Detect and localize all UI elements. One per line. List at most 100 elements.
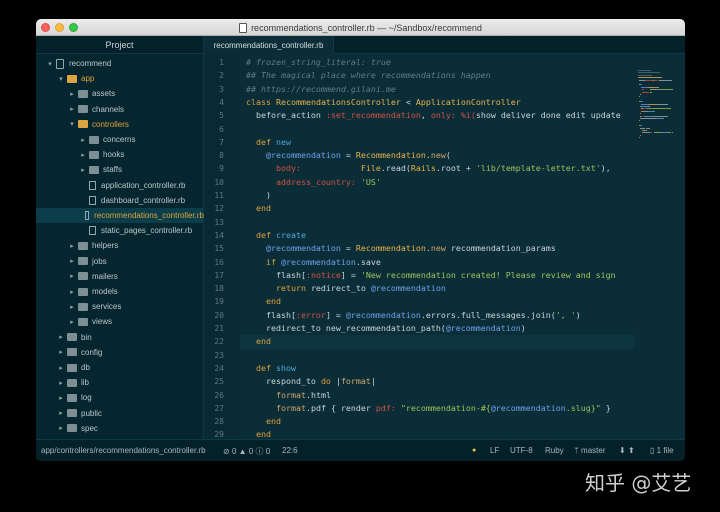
code-line[interactable]: # frozen_string_literal: true bbox=[240, 56, 635, 69]
sidebar-header[interactable]: Project bbox=[36, 36, 203, 54]
tree-folder-helpers[interactable]: ▸ helpers bbox=[36, 238, 204, 253]
code-line[interactable]: respond_to do |format| bbox=[240, 375, 635, 388]
line-number: 10 bbox=[214, 177, 224, 187]
tree-folder-hooks[interactable]: ▸ hooks bbox=[36, 147, 204, 162]
tree-folder-lib[interactable]: ▸ lib bbox=[36, 375, 204, 390]
chevron-right-icon[interactable]: ▸ bbox=[68, 242, 76, 250]
chevron-right-icon[interactable]: ▸ bbox=[57, 364, 65, 372]
linter-status[interactable]: ⊘ 0 ▲ 0 ⓘ 0 bbox=[223, 446, 270, 457]
chevron-right-icon[interactable]: ▸ bbox=[68, 90, 76, 98]
tree-folder-staffs[interactable]: ▸ staffs bbox=[36, 162, 204, 177]
chevron-right-icon[interactable]: ▸ bbox=[57, 424, 65, 432]
tree-folder-concerns[interactable]: ▸ concerns bbox=[36, 132, 204, 147]
tree-folder-config[interactable]: ▸ config bbox=[36, 345, 204, 360]
chevron-down-icon[interactable]: ▾ bbox=[68, 120, 76, 128]
chevron-down-icon[interactable]: ▾ bbox=[46, 60, 54, 68]
chevron-right-icon[interactable]: ▸ bbox=[68, 257, 76, 265]
code-line[interactable]: flash[:error] = @recommendation.errors.f… bbox=[240, 309, 635, 322]
code-line[interactable]: end bbox=[240, 335, 635, 349]
code-line[interactable]: before_action :set_recommendation, only:… bbox=[240, 109, 635, 122]
code-line[interactable] bbox=[240, 349, 635, 362]
code-line[interactable]: def show bbox=[240, 362, 635, 375]
code-line[interactable]: class RecommendationsController < Applic… bbox=[240, 96, 635, 109]
tree-folder-db[interactable]: ▸ db bbox=[36, 360, 204, 375]
code-line[interactable]: body: File.read(Rails.root + 'lib/templa… bbox=[240, 162, 635, 175]
tree-folder-recommend[interactable]: ▾ recommend bbox=[36, 56, 204, 71]
grammar[interactable]: Ruby bbox=[545, 446, 564, 455]
tree-folder-spec[interactable]: ▸ spec bbox=[36, 421, 204, 436]
chevron-right-icon[interactable]: ▸ bbox=[57, 379, 65, 387]
tree-folder-mailers[interactable]: ▸ mailers bbox=[36, 269, 204, 284]
chevron-right-icon[interactable]: ▸ bbox=[57, 333, 65, 341]
fetch-arrows[interactable]: ⬇ ⬆ bbox=[619, 446, 635, 455]
git-branch[interactable]: ᛘ master bbox=[574, 446, 606, 455]
code-area[interactable]: # frozen_string_literal: true ## The magi… bbox=[240, 54, 635, 439]
encoding[interactable]: UTF-8 bbox=[510, 446, 533, 455]
code-line[interactable]: @recommendation = Recommendation.new( bbox=[240, 149, 635, 162]
tree-folder-log[interactable]: ▸ log bbox=[36, 390, 204, 405]
chevron-right-icon[interactable]: ▸ bbox=[79, 136, 87, 144]
code-line[interactable]: end bbox=[240, 202, 635, 215]
code-line[interactable]: flash[:notice] = 'New recommendation cre… bbox=[240, 269, 635, 282]
tree-folder-assets[interactable]: ▸ assets bbox=[36, 86, 204, 101]
tree-folder-jobs[interactable]: ▸ jobs bbox=[36, 254, 204, 269]
code-line[interactable]: format.html bbox=[240, 389, 635, 402]
minimap-stripe bbox=[646, 115, 654, 117]
tree-file-dashboard-controller-rb[interactable]: dashboard_controller.rb bbox=[36, 193, 204, 208]
tree-file-recommendations-controller-rb[interactable]: recommendations_controller.rb bbox=[36, 208, 204, 223]
line-number: 1 bbox=[219, 58, 224, 67]
cursor-position[interactable]: 22:6 bbox=[282, 446, 298, 455]
code-line[interactable] bbox=[240, 123, 635, 136]
chevron-right-icon[interactable]: ▸ bbox=[57, 394, 65, 402]
tree-folder-views[interactable]: ▸ views bbox=[36, 314, 204, 329]
code-line[interactable]: ## The magical place where recommendatio… bbox=[240, 69, 635, 82]
tree-folder-services[interactable]: ▸ services bbox=[36, 299, 204, 314]
code-line[interactable] bbox=[240, 216, 635, 229]
chevron-right-icon[interactable]: ▸ bbox=[68, 105, 76, 113]
minimap[interactable] bbox=[635, 54, 685, 439]
code-line[interactable]: format.pdf { render pdf: "recommendation… bbox=[240, 402, 635, 415]
line-number: 22 bbox=[214, 337, 224, 347]
code-line[interactable]: @recommendation = Recommendation.new rec… bbox=[240, 242, 635, 255]
tree-file-static-pages-controller-rb[interactable]: static_pages_controller.rb bbox=[36, 223, 204, 238]
code-line[interactable]: end bbox=[240, 295, 635, 308]
code-line[interactable]: redirect_to new_recommendation_path(@rec… bbox=[240, 322, 635, 335]
code-line[interactable]: return redirect_to @recommendation bbox=[240, 282, 635, 295]
code-line[interactable]: def create bbox=[240, 229, 635, 242]
tree-folder-models[interactable]: ▸ models bbox=[36, 284, 204, 299]
code-token: @recommendation bbox=[280, 256, 356, 267]
code-line[interactable]: if @recommendation.save bbox=[240, 256, 635, 269]
file-count[interactable]: ▯ 1 file bbox=[650, 446, 674, 455]
chevron-right-icon[interactable]: ▸ bbox=[79, 151, 87, 159]
tree-folder-bin[interactable]: ▸ bin bbox=[36, 330, 204, 345]
code-line[interactable]: ## https://recommend.gilani.me bbox=[240, 83, 635, 96]
chevron-right-icon[interactable]: ▸ bbox=[68, 303, 76, 311]
chevron-down-icon[interactable]: ▾ bbox=[57, 75, 65, 83]
tab-recommendations-controller[interactable]: recommendations_controller.rb bbox=[204, 36, 334, 54]
tree-folder-public[interactable]: ▸ public bbox=[36, 406, 204, 421]
tree-file-application-controller-rb[interactable]: application_controller.rb bbox=[36, 178, 204, 193]
folder-icon bbox=[78, 272, 88, 281]
chevron-right-icon[interactable]: ▸ bbox=[79, 166, 87, 174]
code-line[interactable]: end bbox=[240, 415, 635, 428]
code-line[interactable]: ) bbox=[240, 189, 635, 202]
tree-folder-controllers[interactable]: ▾ controllers bbox=[36, 117, 204, 132]
minimap-stripe bbox=[650, 91, 653, 93]
chevron-right-icon[interactable]: ▸ bbox=[57, 348, 65, 356]
chevron-right-icon[interactable]: ▸ bbox=[68, 288, 76, 296]
folder-icon bbox=[78, 302, 88, 311]
tree-item-label: assets bbox=[92, 89, 116, 99]
chevron-right-icon[interactable]: ▸ bbox=[57, 409, 65, 417]
code-line[interactable]: end bbox=[240, 428, 635, 439]
tree-folder-app[interactable]: ▾ app bbox=[36, 71, 204, 86]
chevron-right-icon[interactable]: ▸ bbox=[68, 318, 76, 326]
line-number: 17 bbox=[214, 270, 224, 280]
code-line[interactable]: address_country: 'US' bbox=[240, 176, 635, 189]
status-file-path[interactable]: app/controllers/recommendations_controll… bbox=[41, 446, 206, 455]
chevron-right-icon[interactable]: ▸ bbox=[68, 272, 76, 280]
tree-folder-channels[interactable]: ▸ channels bbox=[36, 102, 204, 117]
line-number: 3 bbox=[219, 84, 224, 94]
code-line[interactable]: def new bbox=[240, 136, 635, 149]
line-ending[interactable]: LF bbox=[490, 446, 499, 455]
